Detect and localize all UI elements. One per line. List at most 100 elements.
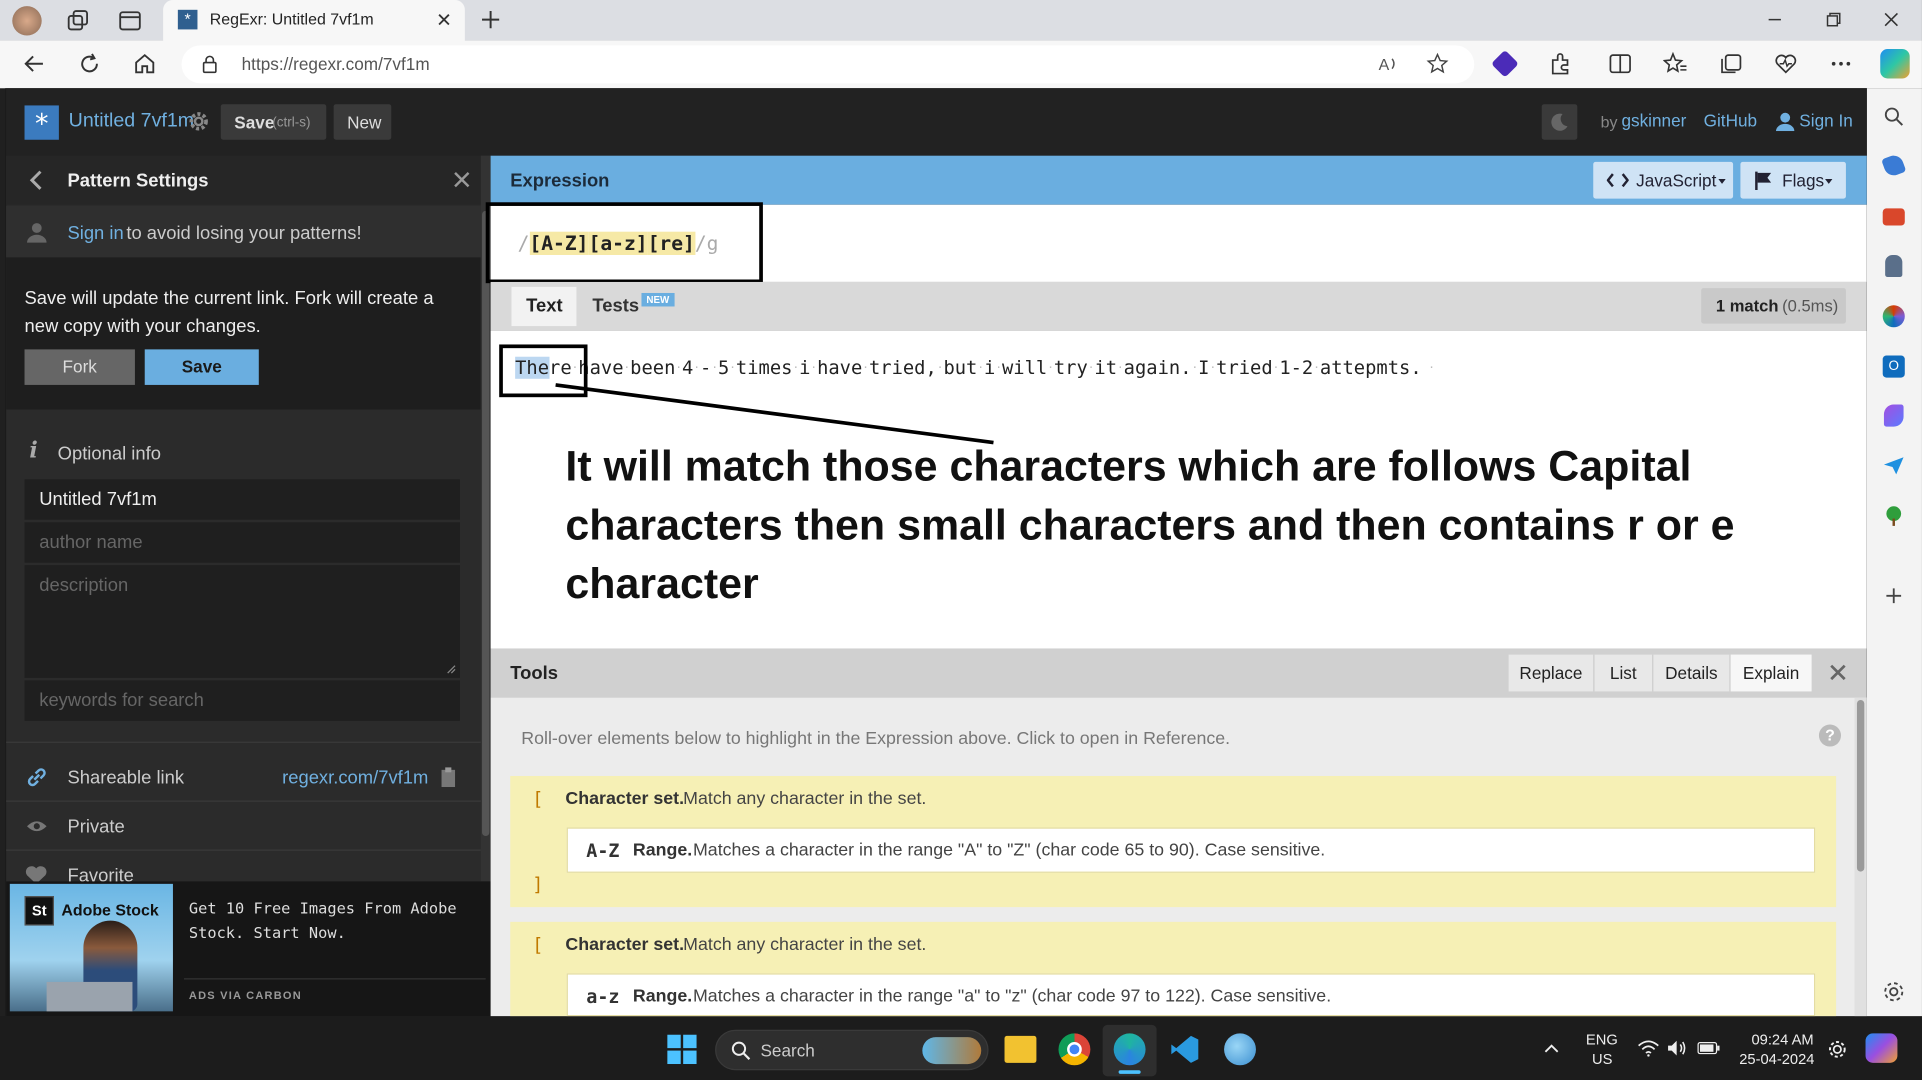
lock-icon[interactable]	[201, 55, 218, 74]
sidebar-close-icon[interactable]	[454, 171, 470, 188]
lang-us[interactable]: US	[1592, 1051, 1612, 1068]
start-windows-icon[interactable]	[667, 1034, 697, 1065]
new-tab-icon[interactable]	[480, 9, 502, 31]
range-title: Range.	[632, 840, 693, 861]
sidebar-send-icon[interactable]	[1883, 456, 1905, 476]
clock-time[interactable]: 09:24 AM	[1751, 1031, 1813, 1048]
vertical-tabs-icon[interactable]	[118, 9, 143, 34]
charset-close-bracket: ]	[532, 874, 544, 897]
tools-scrollbar[interactable]	[1854, 697, 1867, 1017]
keywords-field[interactable]: keywords for search	[24, 680, 460, 721]
wifi-icon[interactable]	[1637, 1040, 1659, 1057]
flags-dropdown[interactable]: Flags	[1740, 161, 1846, 199]
copilot-taskbar-icon[interactable]	[1865, 1033, 1898, 1063]
split-screen-icon[interactable]	[1608, 51, 1633, 76]
sidebar-tools-icon[interactable]	[1882, 208, 1905, 226]
favorites-icon[interactable]	[1663, 51, 1688, 76]
notification-settings-icon[interactable]	[1828, 1040, 1848, 1060]
sidebar-games-icon[interactable]	[1885, 254, 1903, 278]
test-text[interactable]: There·have·been·4·-·5·times·i·have·tried…	[515, 356, 1435, 379]
text-tab[interactable]: Text	[511, 286, 577, 327]
profile-avatar[interactable]	[12, 6, 42, 36]
explain-range-1[interactable]: A-Z Range. Matches a character in the ra…	[566, 827, 1816, 873]
signin-link[interactable]: Sign In	[1799, 110, 1852, 130]
tab-details[interactable]: Details	[1653, 654, 1731, 692]
clock-date[interactable]: 25-04-2024	[1739, 1051, 1814, 1068]
explain-charset-1[interactable]: [ Character set. Match any character in …	[510, 775, 1837, 908]
copy-clipboard-icon[interactable]	[439, 766, 459, 788]
read-aloud-icon[interactable]: A	[1377, 53, 1399, 75]
sidebar-outlook-icon[interactable]: O	[1882, 355, 1905, 378]
ad-text[interactable]: Get 10 Free Images From Adobe Stock. Sta…	[189, 896, 477, 945]
info-icon: i	[29, 437, 38, 464]
chrome-icon[interactable]	[1058, 1033, 1091, 1066]
favorite-star-icon[interactable]	[1426, 52, 1449, 75]
browser-essentials-icon[interactable]	[1774, 51, 1799, 76]
sidebar-add-icon[interactable]	[1884, 586, 1904, 606]
sidebar-microsoft365-icon[interactable]	[1882, 305, 1905, 328]
fork-button[interactable]: Fork	[24, 349, 135, 385]
lang-eng[interactable]: ENG	[1586, 1031, 1618, 1048]
extensions-icon[interactable]	[1548, 51, 1573, 76]
sidebar-designer-icon[interactable]	[1883, 404, 1904, 427]
volume-icon[interactable]	[1667, 1040, 1689, 1057]
home-icon[interactable]	[132, 51, 157, 76]
taskbar-search-icon	[731, 1041, 751, 1061]
tab-explain[interactable]: Explain	[1730, 654, 1812, 692]
doc-settings-gear-icon[interactable]	[188, 110, 210, 132]
address-bar[interactable]: https://regexr.com/7vf1m A	[181, 45, 1475, 84]
more-menu-icon[interactable]	[1829, 51, 1854, 76]
url-text[interactable]: https://regexr.com/7vf1m	[242, 54, 430, 74]
close-window-icon[interactable]	[1883, 11, 1900, 28]
edge-icon	[1113, 1033, 1146, 1066]
sidebar-scroll-thumb[interactable]	[482, 210, 490, 837]
close-tab-icon[interactable]	[435, 11, 452, 28]
back-icon[interactable]	[22, 51, 47, 76]
help-icon[interactable]: ?	[1818, 724, 1842, 747]
regexr-logo[interactable]: *	[24, 105, 59, 140]
explain-range-2[interactable]: a-z Range. Matches a character in the ra…	[566, 973, 1816, 1017]
restore-icon[interactable]	[1825, 11, 1842, 28]
app-globe-icon[interactable]	[1224, 1033, 1256, 1066]
description-field[interactable]: description	[24, 565, 460, 678]
sidebar-signin-link[interactable]: Sign in	[67, 223, 123, 244]
tab-replace[interactable]: Replace	[1509, 654, 1595, 692]
header-save-button[interactable]: Save (ctrl-s)	[220, 104, 327, 140]
sidebar-back-chevron-icon[interactable]	[27, 169, 44, 191]
language-dropdown[interactable]: JavaScript	[1593, 161, 1734, 199]
tools-close-icon[interactable]	[1830, 664, 1846, 681]
workspaces-icon[interactable]	[65, 9, 90, 34]
refresh-icon[interactable]	[77, 51, 102, 76]
battery-icon[interactable]	[1697, 1041, 1720, 1055]
sidebar-search-icon[interactable]	[1883, 105, 1905, 127]
taskbar-search-box[interactable]: Search	[715, 1029, 989, 1071]
doc-title[interactable]: Untitled 7vf1m	[69, 110, 194, 132]
explain-charset-2[interactable]: [ Character set. Match any character in …	[510, 921, 1837, 1017]
author-link[interactable]: gskinner	[1621, 110, 1686, 130]
divider	[6, 800, 481, 802]
copilot-icon[interactable]	[1880, 49, 1910, 79]
header-new-button[interactable]: New	[333, 104, 392, 140]
tab-list[interactable]: List	[1594, 654, 1654, 692]
tools-scroll-thumb[interactable]	[1856, 699, 1865, 872]
collections-icon[interactable]	[1718, 51, 1743, 76]
ad-footer[interactable]: ADS VIA CARBON	[189, 989, 302, 1001]
resize-handle-icon[interactable]	[446, 664, 456, 674]
vscode-icon[interactable]	[1170, 1035, 1199, 1064]
theme-toggle-moon-icon[interactable]	[1541, 104, 1578, 140]
pattern-name-field[interactable]: Untitled 7vf1m	[24, 479, 460, 520]
expression-title: Expression	[510, 170, 610, 192]
github-link[interactable]: GitHub	[1704, 110, 1757, 130]
private-toggle-label[interactable]: Private	[67, 816, 124, 837]
file-explorer-icon[interactable]	[1004, 1035, 1037, 1063]
sidebar-settings-icon[interactable]	[1883, 981, 1905, 1003]
shareable-url[interactable]: regexr.com/7vf1m	[282, 767, 428, 788]
tests-tab[interactable]: Tests NEW	[581, 287, 685, 326]
active-tab[interactable]: * RegExr: Untitled 7vf1m	[163, 0, 465, 41]
minimize-icon[interactable]	[1766, 11, 1783, 28]
author-name-field[interactable]: author name	[24, 522, 460, 563]
show-hidden-icons-chevron[interactable]	[1543, 1042, 1560, 1054]
sidebar-save-button[interactable]: Save	[144, 349, 259, 385]
save-label: Save	[234, 112, 275, 133]
sidebar-tree-icon[interactable]	[1884, 505, 1904, 527]
